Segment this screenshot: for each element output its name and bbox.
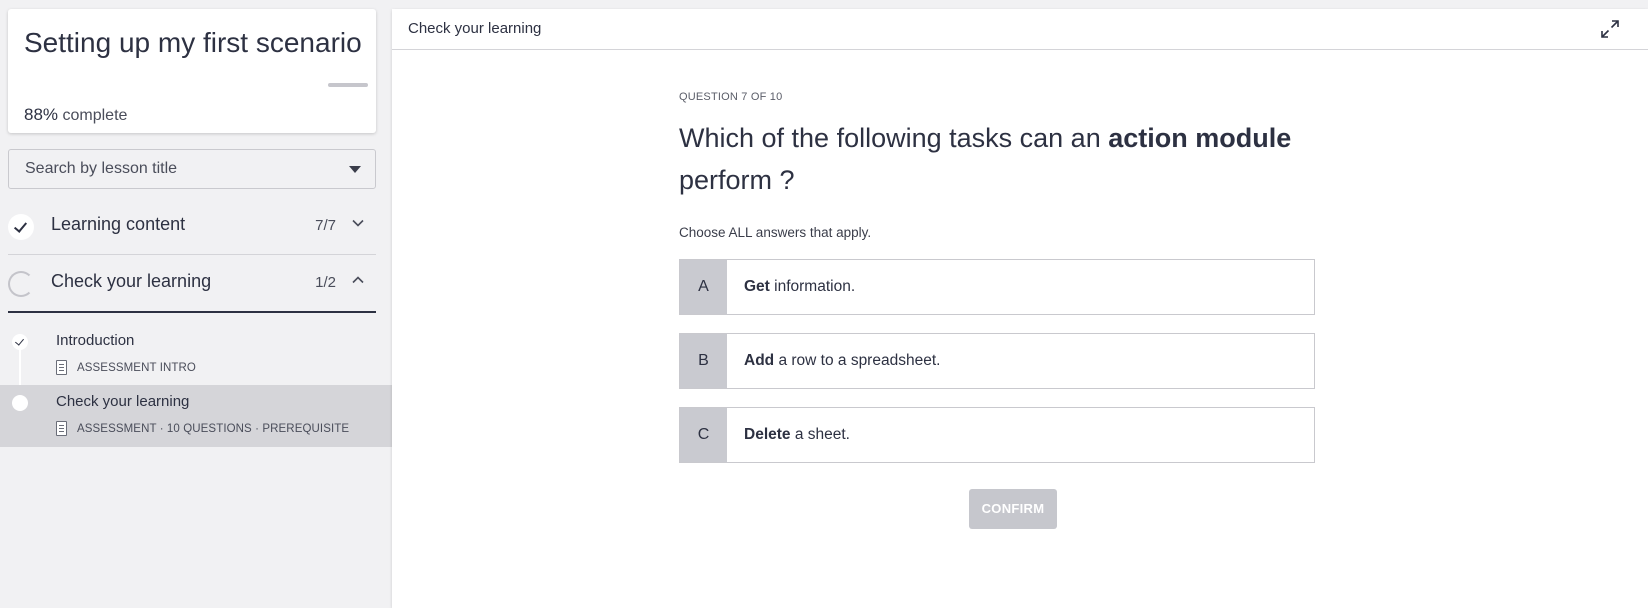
progress-bar-fill (328, 83, 368, 87)
lesson-title: Introduction (56, 332, 135, 349)
progress-ring-icon (8, 271, 34, 297)
lesson-meta: ASSESSMENT INTRO (56, 360, 196, 375)
question-counter: QUESTION 7 OF 10 (679, 91, 783, 103)
chevron-up-icon[interactable] (348, 272, 368, 292)
option-text: Delete a sheet. (744, 426, 850, 443)
lesson-item-introduction[interactable]: Introduction ASSESSMENT INTRO (0, 324, 392, 386)
sidebar: Setting up my first scenario 88% complet… (0, 0, 392, 608)
section-check-your-learning[interactable]: Check your learning 1/2 (8, 254, 376, 313)
progress-text: 88% complete (24, 105, 127, 125)
option-letter: B (680, 334, 727, 388)
question-instruction: Choose ALL answers that apply. (679, 225, 872, 240)
lesson-search-dropdown[interactable]: Search by lesson title (8, 149, 376, 189)
main-panel: Check your learning QUESTION 7 OF 10 Whi… (392, 9, 1648, 608)
confirm-button[interactable]: CONFIRM (969, 489, 1057, 529)
option-text: Get information. (744, 278, 856, 295)
chevron-down-icon[interactable] (348, 215, 368, 235)
option-letter: A (680, 260, 727, 314)
lesson-meta: ASSESSMENT · 10 QUESTIONS · PREREQUISITE (56, 421, 349, 436)
progress-bar (24, 83, 368, 87)
document-icon (56, 421, 67, 436)
section-title: Learning content (51, 214, 186, 234)
header-title: Check your learning (408, 20, 542, 37)
search-placeholder: Search by lesson title (25, 160, 178, 177)
check-icon (12, 334, 28, 350)
question-title: Which of the following tasks can an acti… (679, 123, 1292, 195)
document-icon (56, 360, 67, 375)
section-learning-content[interactable]: Learning content 7/7 (8, 197, 376, 255)
course-card: Setting up my first scenario 88% complet… (8, 9, 376, 133)
section-count: 7/7 (315, 217, 336, 234)
expand-icon[interactable] (1600, 19, 1620, 39)
lesson-title: Check your learning (56, 393, 190, 410)
option-text: Add a row to a spreadsheet. (744, 352, 941, 369)
progress-suffix: complete (62, 107, 128, 124)
answer-option-c[interactable]: C Delete a sheet. (679, 407, 1315, 463)
course-title: Setting up my first scenario (24, 27, 362, 58)
answer-option-a[interactable]: A Get information. (679, 259, 1315, 315)
option-letter: C (680, 408, 727, 462)
lesson-item-check-your-learning[interactable]: Check your learning ASSESSMENT · 10 QUES… (0, 385, 392, 447)
answer-option-b[interactable]: B Add a row to a spreadsheet. (679, 333, 1315, 389)
section-title: Check your learning (51, 271, 212, 291)
current-lesson-dot-icon (12, 395, 28, 411)
section-count: 1/2 (315, 274, 336, 291)
chevron-down-icon (349, 166, 361, 173)
progress-percent: 88% (24, 105, 59, 124)
main-header: Check your learning (392, 9, 1648, 50)
check-icon (8, 214, 34, 240)
